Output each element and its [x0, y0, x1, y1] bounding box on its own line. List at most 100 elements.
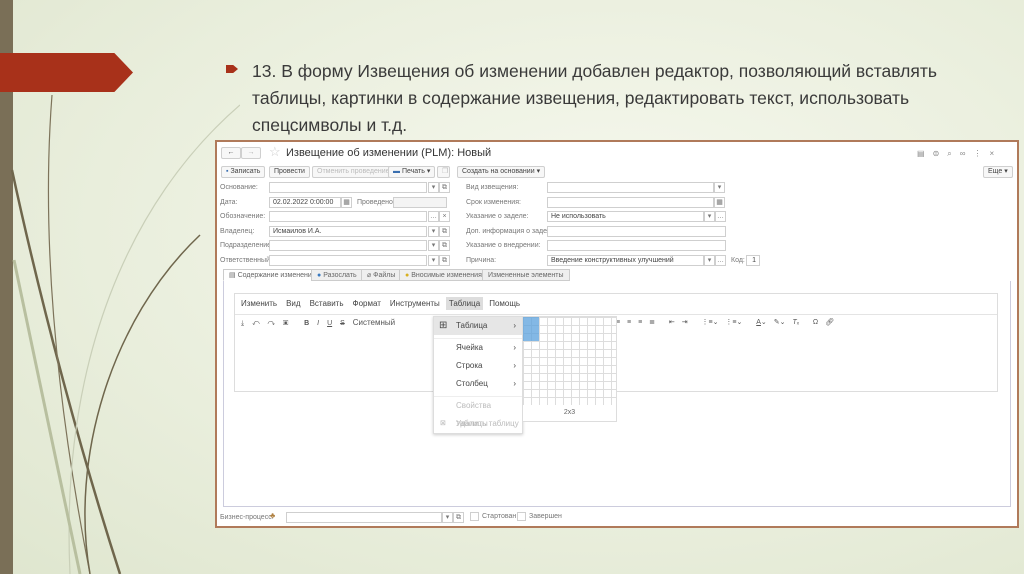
owner-field[interactable]: Исмаилов И.А.	[269, 226, 427, 237]
menu-view[interactable]: Вид	[286, 299, 300, 308]
italic-icon[interactable]: I	[317, 320, 319, 327]
open-button[interactable]: ⧉	[439, 182, 450, 193]
editor-menu-bar: Изменить Вид Вставить Формат Инструменты Табл…	[241, 297, 529, 310]
designation-field[interactable]	[269, 211, 427, 222]
tab-changed-elements[interactable]: Измененные элементы	[482, 269, 570, 281]
finished-label: Завершен	[529, 513, 562, 520]
editor-toolbar: ⤓ ↶ ↷ ▣ B I U S Системный	[241, 318, 395, 328]
copy-button[interactable]: ❐	[437, 166, 450, 178]
more-icon[interactable]: ⋮	[973, 149, 989, 158]
dropdown-button[interactable]: ▾	[428, 255, 439, 266]
save-button[interactable]: ▪ Записать	[221, 166, 266, 178]
bullet-list-icon[interactable]: ⋮≡⌄	[725, 319, 742, 326]
select-button[interactable]: …	[715, 255, 726, 266]
chevron-right-icon: ›	[513, 361, 516, 370]
backlog-field[interactable]: Не использовать	[547, 211, 704, 222]
text-color-icon[interactable]: A⌄	[756, 319, 767, 326]
select-button[interactable]: …	[428, 211, 439, 222]
menu-item-column[interactable]: Столбец ›	[434, 375, 522, 393]
post-button[interactable]: Провести	[269, 166, 310, 178]
align-right-icon[interactable]: ≡	[638, 319, 642, 326]
preview-icon[interactable]: ⌕	[947, 149, 959, 158]
justify-icon[interactable]: ≣	[649, 319, 655, 326]
strikethrough-icon[interactable]: S	[340, 320, 345, 327]
date-field[interactable]: 02.02.2022 0:00:00	[269, 197, 341, 208]
dropdown-button[interactable]: ▾	[714, 182, 725, 193]
calendar-icon[interactable]: ▦	[714, 197, 725, 208]
more-button[interactable]: Еще ▾	[983, 166, 1013, 178]
tab-label: Разослать	[323, 272, 357, 279]
dropdown-button[interactable]: ▾	[704, 211, 715, 222]
basis-field[interactable]	[269, 182, 427, 193]
special-chars-icon[interactable]: Ω	[813, 319, 818, 326]
open-button[interactable]: ⧉	[453, 512, 464, 523]
align-center-icon[interactable]: ≡	[627, 319, 631, 326]
print-icon[interactable]: ⊜	[933, 149, 948, 158]
menu-format[interactable]: Формат	[353, 299, 381, 308]
highlight-icon[interactable]: ✎⌄	[774, 319, 786, 326]
menu-item-row[interactable]: Строка ›	[434, 357, 522, 375]
back-button[interactable]: ←	[221, 147, 241, 159]
reason-field[interactable]: Введение конструктивных улучшений	[547, 255, 704, 266]
notice-type-field[interactable]	[547, 182, 714, 193]
table-size-picker[interactable]: 2x3	[522, 316, 617, 422]
clear-button[interactable]: ×	[439, 211, 450, 222]
underline-icon[interactable]: U	[327, 320, 332, 327]
item-label: Таблица	[456, 321, 488, 330]
report-icon[interactable]: ▤	[917, 149, 933, 158]
menu-table[interactable]: Таблица	[445, 297, 484, 310]
menu-item-cell[interactable]: Ячейка ›	[434, 339, 522, 357]
menu-tools[interactable]: Инструменты	[390, 299, 440, 308]
implementation-field[interactable]	[547, 240, 726, 251]
forward-button[interactable]: →	[241, 147, 261, 159]
dropdown-button[interactable]: ▾	[428, 182, 439, 193]
department-field[interactable]	[269, 240, 427, 251]
business-process-label: Бизнес-процесс:	[220, 514, 274, 521]
calendar-icon[interactable]: ▦	[341, 197, 352, 208]
image-icon[interactable]: ▣	[283, 320, 288, 327]
close-icon[interactable]: ×	[989, 149, 1002, 158]
open-button[interactable]: ⧉	[439, 226, 450, 237]
undo-icon[interactable]: ↶	[252, 320, 259, 327]
open-button[interactable]: ⧉	[439, 240, 450, 251]
change-term-field[interactable]	[547, 197, 714, 208]
numbered-list-icon[interactable]: ⋮≡⌄	[702, 319, 719, 326]
download-icon[interactable]: ⤓	[241, 320, 244, 327]
window-controls: ▤⊜⌕∞⋮×	[917, 149, 1002, 159]
print-button[interactable]: ▬ Печать ▾	[388, 166, 436, 178]
unpost-button[interactable]: Отменить проведение	[312, 166, 395, 178]
font-select[interactable]: Системный	[353, 318, 395, 327]
dropdown-button[interactable]: ▾	[428, 240, 439, 251]
link-icon[interactable]: 🔗︎	[825, 319, 834, 326]
link-icon[interactable]: ∞	[960, 149, 974, 158]
tab-content[interactable]: ▤ Содержание изменений	[223, 269, 322, 281]
responsible-field[interactable]	[269, 255, 427, 266]
dropdown-button[interactable]: ▾	[428, 226, 439, 237]
select-button[interactable]: …	[715, 211, 726, 222]
tab-send[interactable]: ● Разослать	[311, 269, 363, 281]
menu-item-table[interactable]: ⊞ Таблица ›	[434, 317, 522, 335]
business-process-field[interactable]	[286, 512, 442, 523]
started-checkbox[interactable]	[470, 512, 479, 521]
tab-changes[interactable]: ● Вносимые изменения	[399, 269, 488, 281]
dropdown-button[interactable]: ▾	[704, 255, 715, 266]
outdent-icon[interactable]: ⇤	[669, 319, 675, 326]
menu-help[interactable]: Помощь	[489, 299, 520, 308]
reason-label: Причина:	[466, 257, 497, 264]
clear-format-icon[interactable]: Tₓ	[792, 319, 799, 326]
menu-insert[interactable]: Вставить	[310, 299, 344, 308]
dropdown-button[interactable]: ▾	[442, 512, 453, 523]
tab-files[interactable]: ⌀ Файлы	[361, 269, 402, 281]
favorite-star-icon[interactable]: ☆	[269, 144, 281, 160]
print-label: Печать	[401, 168, 425, 175]
indent-icon[interactable]: ⇥	[682, 319, 688, 326]
menu-edit[interactable]: Изменить	[241, 299, 277, 308]
code-field[interactable]: 1	[746, 255, 760, 266]
designation-label: Обозначение:	[220, 213, 266, 220]
create-based-button[interactable]: Создать на основании ▾	[457, 166, 546, 178]
backlog-info-field[interactable]	[547, 226, 726, 237]
finished-checkbox[interactable]	[517, 512, 526, 521]
redo-icon[interactable]: ↷	[268, 320, 275, 327]
open-button[interactable]: ⧉	[439, 255, 450, 266]
bold-icon[interactable]: B	[304, 320, 309, 327]
